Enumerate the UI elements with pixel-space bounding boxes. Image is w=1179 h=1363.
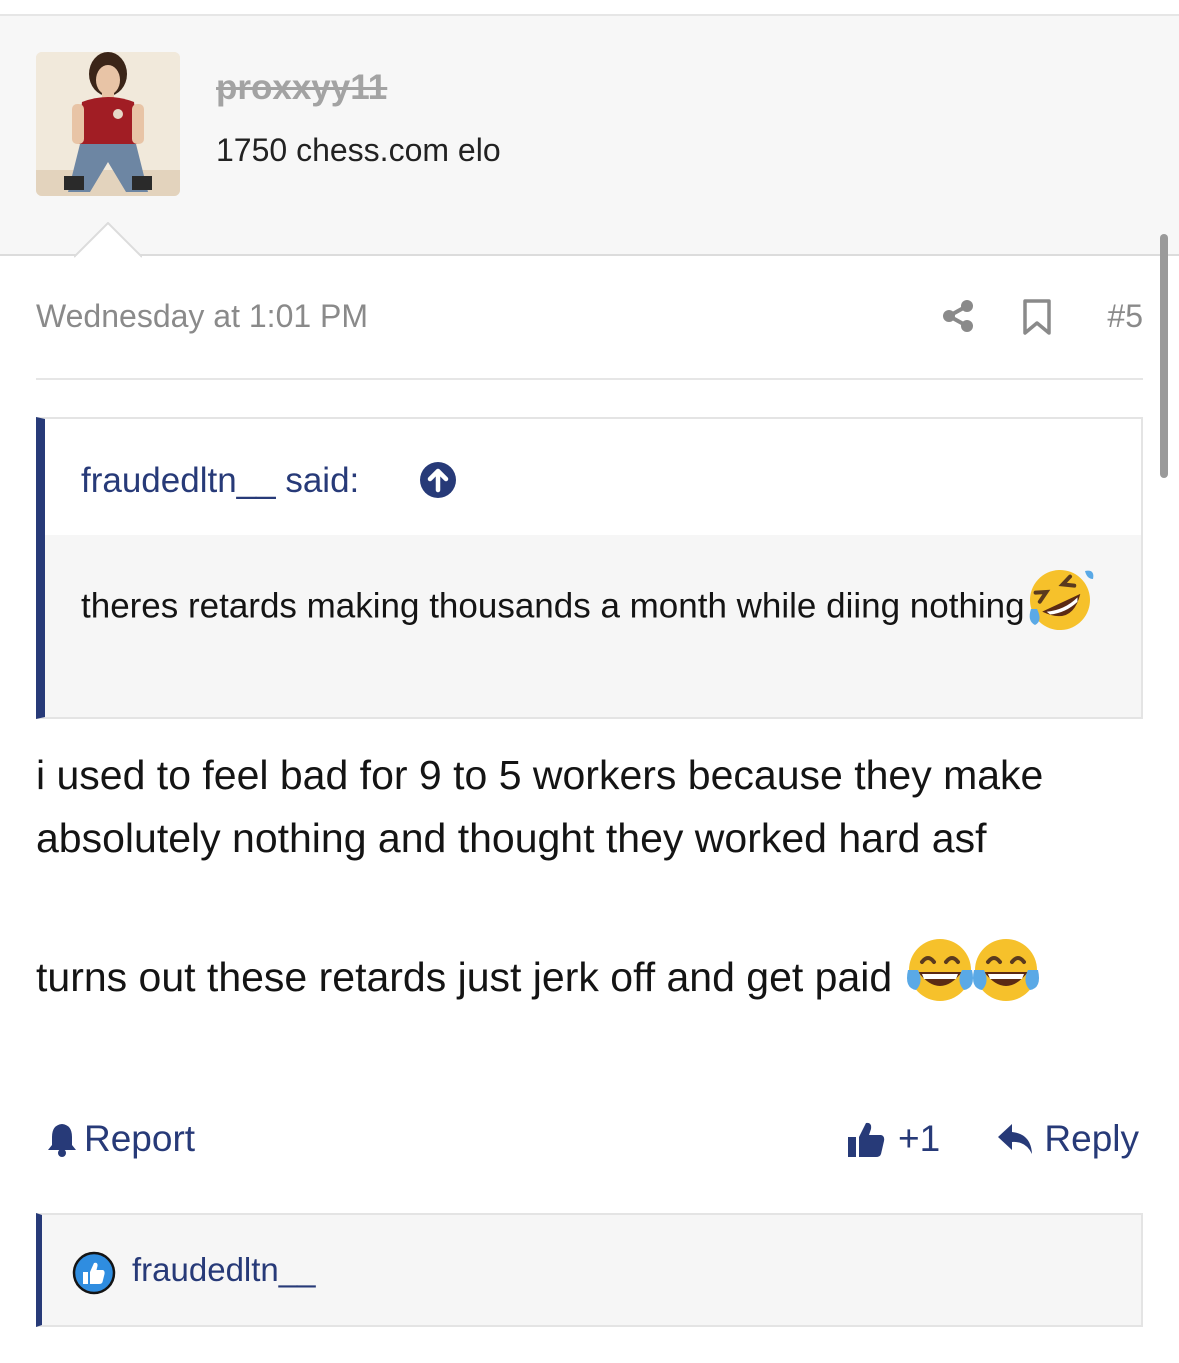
quote-text-content: theres retards making thousands a month … [81, 586, 1025, 626]
post-meta: Wednesday at 1:01 PM #5 [36, 296, 1143, 340]
post-number[interactable]: #5 [1107, 298, 1143, 335]
user-header: proxxyy11 1750 chess.com elo [0, 16, 1179, 256]
quote-author[interactable]: fraudedltn__ said: [81, 461, 359, 501]
like-count: +1 [898, 1118, 941, 1159]
quote-block: fraudedltn__ said: theres retards making… [36, 417, 1143, 719]
avatar[interactable] [36, 52, 180, 196]
post-paragraph-text: turns out these retards just jerk off an… [36, 953, 893, 1000]
user-title: 1750 chess.com elo [216, 132, 501, 168]
like-icon [72, 1251, 116, 1295]
meta-divider [36, 378, 1143, 380]
reply-label: Reply [1044, 1118, 1139, 1159]
tears-of-joy-emoji-icon [904, 936, 1042, 1024]
post-body: i used to feel bad for 9 to 5 workers be… [36, 744, 1143, 1024]
reaction-user[interactable]: fraudedltn__ [132, 1251, 315, 1289]
report-label: Report [84, 1118, 196, 1159]
username[interactable]: proxxyy11 [216, 68, 387, 108]
reactions-bar: fraudedltn__ [36, 1213, 1143, 1327]
post-actions: Report +1 Reply [36, 1116, 1143, 1166]
report-button[interactable]: Report [46, 1118, 195, 1160]
bookmark-icon[interactable] [1020, 298, 1054, 336]
reply-arrow-icon [998, 1124, 1033, 1154]
quote-text: theres retards making thousands a month … [81, 565, 1121, 651]
share-icon[interactable] [940, 298, 976, 334]
quote-header: fraudedltn__ said: [45, 419, 1141, 535]
rolling-laughing-emoji-icon [1025, 565, 1095, 651]
post-date[interactable]: Wednesday at 1:01 PM [36, 298, 368, 335]
bell-icon [48, 1124, 76, 1157]
thumbs-up-icon [848, 1122, 885, 1157]
post-paragraph: i used to feel bad for 9 to 5 workers be… [36, 752, 1044, 861]
reply-button[interactable]: Reply [996, 1118, 1139, 1160]
post-paragraph-2: turns out these retards just jerk off an… [36, 936, 1143, 1024]
like-button[interactable]: +1 [846, 1118, 940, 1160]
arrow-up-circle-icon[interactable] [419, 461, 457, 499]
scrollbar[interactable] [1160, 234, 1168, 478]
